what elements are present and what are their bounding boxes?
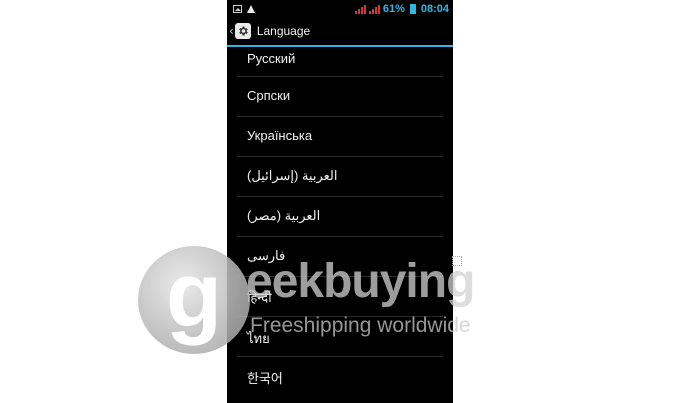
warning-icon	[247, 4, 255, 13]
watermark-logo-letter: g	[165, 244, 223, 346]
language-item[interactable]: Српски	[227, 77, 453, 117]
language-label: Српски	[247, 88, 291, 103]
signal-icon	[354, 4, 366, 14]
back-chevron-icon: ‹	[229, 24, 234, 38]
language-item[interactable]: Русский	[227, 47, 453, 77]
phone-screen: 61% 08:04 ‹ Language Русский Српски Укра…	[227, 0, 453, 403]
battery-icon	[409, 3, 416, 14]
language-item[interactable]: ไทย	[227, 317, 453, 357]
image-notification-icon	[233, 4, 242, 13]
language-label: Русский	[247, 51, 296, 66]
language-item[interactable]: فارسی	[227, 237, 453, 277]
language-item[interactable]: हिन्दी	[227, 277, 453, 317]
language-label: العربية (إسرائيل)	[247, 168, 338, 183]
gear-icon	[234, 23, 251, 39]
watermark-decoration	[452, 256, 462, 266]
language-label: Українська	[247, 128, 313, 143]
language-label: العربية (مصر)	[247, 208, 321, 223]
language-label: हिन्दी	[247, 290, 272, 305]
language-label: 한국어	[247, 371, 283, 386]
language-item[interactable]: العربية (مصر)	[227, 197, 453, 237]
language-label: ไทย	[247, 331, 270, 346]
signal-icon	[368, 4, 380, 14]
action-bar: ‹ Language	[227, 17, 453, 47]
page-title: Language	[256, 24, 311, 38]
language-list: Русский Српски Українська العربية (إسرائ…	[227, 47, 453, 397]
language-item[interactable]: 한국어	[227, 357, 453, 397]
clock: 08:04	[420, 2, 449, 15]
language-item[interactable]: العربية (إسرائيل)	[227, 157, 453, 197]
status-bar: 61% 08:04	[227, 0, 453, 17]
language-label: فارسی	[247, 248, 286, 263]
battery-percent: 61%	[382, 2, 405, 15]
language-item[interactable]: Українська	[227, 117, 453, 157]
up-navigation-button[interactable]: ‹	[227, 17, 251, 45]
